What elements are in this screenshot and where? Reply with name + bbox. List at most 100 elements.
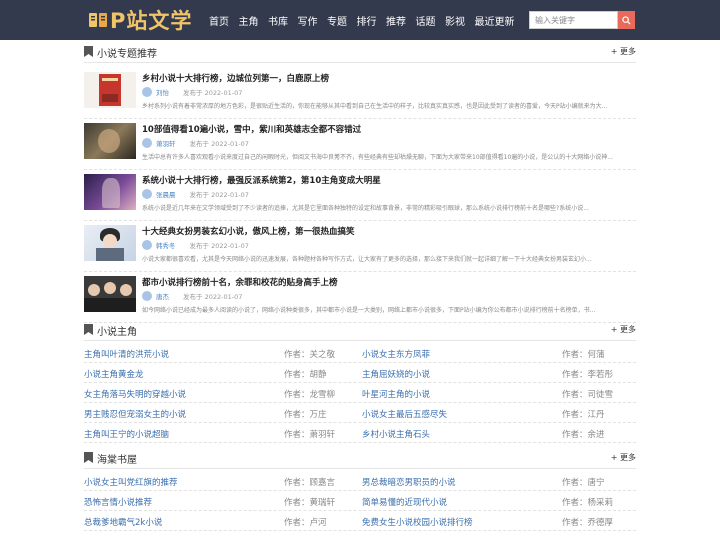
novel-link[interactable]: 叶星河主角的小说: [362, 388, 430, 400]
novel-author: 作者：李若彤: [562, 370, 614, 380]
search-icon: [622, 15, 631, 25]
site-logo[interactable]: P站文学: [88, 6, 192, 34]
novel-author: 作者：顾嘉言: [284, 478, 336, 488]
article-title[interactable]: 都市小说排行榜前十名，余罪和校花的贴身高手上榜: [142, 276, 338, 288]
avatar: [142, 240, 152, 250]
novel-link[interactable]: 恐怖言情小说推荐: [84, 496, 152, 508]
list-item: 主角叫王宁的小说超脑 作者：萧羽轩 乡村小说主角石头 作者：余进: [84, 423, 636, 443]
novel-author: 作者：杨采莉: [562, 498, 614, 508]
article-thumbnail[interactable]: [84, 276, 136, 312]
more-link[interactable]: + 更多: [611, 324, 636, 335]
novel-link[interactable]: 小说主角黄金龙: [84, 368, 144, 380]
more-link[interactable]: + 更多: [611, 452, 636, 463]
protagonist-section-header: 小说主角 + 更多: [84, 319, 636, 341]
article-meta: 萧羽轩 发布于 2022-01-07: [142, 138, 249, 148]
novel-link[interactable]: 女主角落马失明的穿越小说: [84, 388, 186, 400]
list-item: 女主角落马失明的穿越小说 作者：龙雪柳 叶星河主角的小说 作者：司徒雪: [84, 383, 636, 403]
novel-author: 作者：关之敬: [284, 350, 336, 360]
novel-link[interactable]: 总裁爹地霸气2k小说: [84, 516, 162, 528]
article-thumbnail[interactable]: [84, 72, 136, 108]
novel-link[interactable]: 小说女主叫党红旗的推荐: [84, 476, 178, 488]
novel-link[interactable]: 主角叫王宁的小说超脑: [84, 428, 169, 440]
section-title: 海棠书屋: [97, 455, 137, 466]
nav-discussion[interactable]: 话题: [416, 13, 436, 28]
article-author[interactable]: 张晨晨: [156, 189, 176, 199]
novel-link[interactable]: 乡村小说主角石头: [362, 428, 430, 440]
article-title[interactable]: 10部值得看10遍小说，雪中，紫川和英雄志全都不容错过: [142, 123, 361, 135]
bookmark-icon: [84, 324, 93, 335]
article-item[interactable]: 都市小说排行榜前十名，余罪和校花的贴身高手上榜 唐杰 发布于 2022-01-0…: [84, 272, 636, 323]
novel-author: 作者：乔德厚: [562, 518, 614, 528]
novel-link[interactable]: 男总裁暗恋男职员的小说: [362, 476, 456, 488]
nav-ranking[interactable]: 排行: [357, 13, 377, 28]
search-box: [529, 11, 635, 29]
book-icon: [89, 13, 107, 27]
novel-author: 作者：龙雪柳: [284, 390, 336, 400]
search-input[interactable]: [529, 11, 618, 29]
article-title[interactable]: 十大经典女扮男装玄幻小说，傲风上榜，第一很热血搞笑: [142, 225, 355, 237]
article-meta: 张晨晨 发布于 2022-01-07: [142, 189, 249, 199]
more-link[interactable]: + 更多: [611, 46, 636, 57]
article-item[interactable]: 10部值得看10遍小说，雪中，紫川和英雄志全都不容错过 萧羽轩 发布于 2022…: [84, 119, 636, 170]
novel-author: 作者：何蒲: [562, 350, 605, 360]
novel-author: 作者：万庄: [284, 410, 327, 420]
novel-author: 作者：胡静: [284, 370, 327, 380]
avatar: [142, 87, 152, 97]
article-title[interactable]: 系统小说十大排行榜，最强反派系统第2，第10主角变成大明星: [142, 174, 381, 186]
bookmark-icon: [84, 452, 93, 463]
article-meta: 唐杰 发布于 2022-01-07: [142, 291, 242, 301]
novel-author: 作者：唐宁: [562, 478, 605, 488]
novel-link[interactable]: 简单易懂的近现代小说: [362, 496, 447, 508]
article-thumbnail[interactable]: [84, 225, 136, 261]
article-date: 发布于 2022-01-07: [183, 89, 243, 97]
novel-link[interactable]: 小说女主东方凤菲: [362, 348, 430, 360]
article-title[interactable]: 乡村小说十大排行榜，边城位列第一，白鹿原上榜: [142, 72, 329, 84]
avatar: [142, 291, 152, 301]
article-item[interactable]: 系统小说十大排行榜，最强反派系统第2，第10主角变成大明星 张晨晨 发布于 20…: [84, 170, 636, 221]
article-author[interactable]: 唐杰: [156, 291, 169, 301]
article-thumbnail[interactable]: [84, 123, 136, 159]
nav-home[interactable]: 首页: [209, 13, 229, 28]
novel-link[interactable]: 免费女生小说校园小说排行榜: [362, 516, 473, 528]
article-date: 发布于 2022-01-07: [189, 191, 249, 199]
novel-author: 作者：黄瑞轩: [284, 498, 336, 508]
article-date: 发布于 2022-01-07: [189, 242, 249, 250]
list-item: 男主贱忍但宠溺女主的小说 作者：万庄 小说女主最后五感尽失 作者：江丹: [84, 403, 636, 423]
avatar: [142, 189, 152, 199]
article-description: 生活中总有许多人喜欢观看小说来度过自己的闲暇时光，但阅文书海中良莠不齐，有些经典…: [142, 154, 613, 161]
novel-author: 作者：江丹: [562, 410, 605, 420]
list-item: 主角叫叶清的洪荒小说 作者：关之敬 小说女主东方凤菲 作者：何蒲: [84, 343, 636, 363]
nav-topics[interactable]: 专题: [327, 13, 347, 28]
nav-recommend[interactable]: 推荐: [386, 13, 406, 28]
article-item[interactable]: 乡村小说十大排行榜，边城位列第一，白鹿原上榜 刘怡 发布于 2022-01-07…: [84, 68, 636, 119]
article-thumbnail[interactable]: [84, 174, 136, 210]
article-description: 如今网络小说已经成为最多人阅读的小说了，网络小说种类很多，其中都市小说是一大类别…: [142, 307, 596, 314]
avatar: [142, 138, 152, 148]
list-item: 小说女主叫党红旗的推荐 作者：顾嘉言 男总裁暗恋男职员的小说 作者：唐宁: [84, 471, 636, 491]
novel-link[interactable]: 主角屈妖娆的小说: [362, 368, 430, 380]
article-author[interactable]: 韩秀冬: [156, 240, 176, 250]
novel-link[interactable]: 男主贱忍但宠溺女主的小说: [84, 408, 186, 420]
article-meta: 刘怡 发布于 2022-01-07: [142, 87, 242, 97]
article-description: 系统小说是近几年来在文学领域受到了不少读者的追捧，尤其是它里面各种独特的设定和故…: [142, 205, 589, 212]
main-nav: 首页 主角 书库 写作 专题 排行 推荐 话题 影视 最近更新: [209, 0, 524, 40]
list-item: 总裁爹地霸气2k小说 作者：卢河 免费女生小说校园小说排行榜 作者：乔德厚: [84, 511, 636, 531]
article-description: 小说大家都很喜欢看，尤其是今天网络小说的迅速发展，各种题材各种写作方式，让大家有…: [142, 256, 592, 263]
nav-recent-updates[interactable]: 最近更新: [475, 13, 515, 28]
nav-library[interactable]: 书库: [268, 13, 288, 28]
novel-author: 作者：卢河: [284, 518, 327, 528]
article-description: 乡村系列小说有着非常浓厚的地方色彩，是很贴近生活的，你现在能够从其中看到自己在生…: [142, 103, 608, 110]
article-author[interactable]: 刘怡: [156, 87, 169, 97]
article-meta: 韩秀冬 发布于 2022-01-07: [142, 240, 249, 250]
nav-writing[interactable]: 写作: [298, 13, 318, 28]
nav-film[interactable]: 影视: [445, 13, 465, 28]
novel-author: 作者：萧羽轩: [284, 430, 336, 440]
article-author[interactable]: 萧羽轩: [156, 138, 176, 148]
haitang-section-header: 海棠书屋 + 更多: [84, 447, 636, 469]
novel-link[interactable]: 主角叫叶清的洪荒小说: [84, 348, 169, 360]
nav-protagonist[interactable]: 主角: [239, 13, 259, 28]
search-button[interactable]: [618, 11, 635, 29]
list-item: 小说主角黄金龙 作者：胡静 主角屈妖娆的小说 作者：李若彤: [84, 363, 636, 383]
novel-link[interactable]: 小说女主最后五感尽失: [362, 408, 447, 420]
article-item[interactable]: 十大经典女扮男装玄幻小说，傲风上榜，第一很热血搞笑 韩秀冬 发布于 2022-0…: [84, 221, 636, 272]
